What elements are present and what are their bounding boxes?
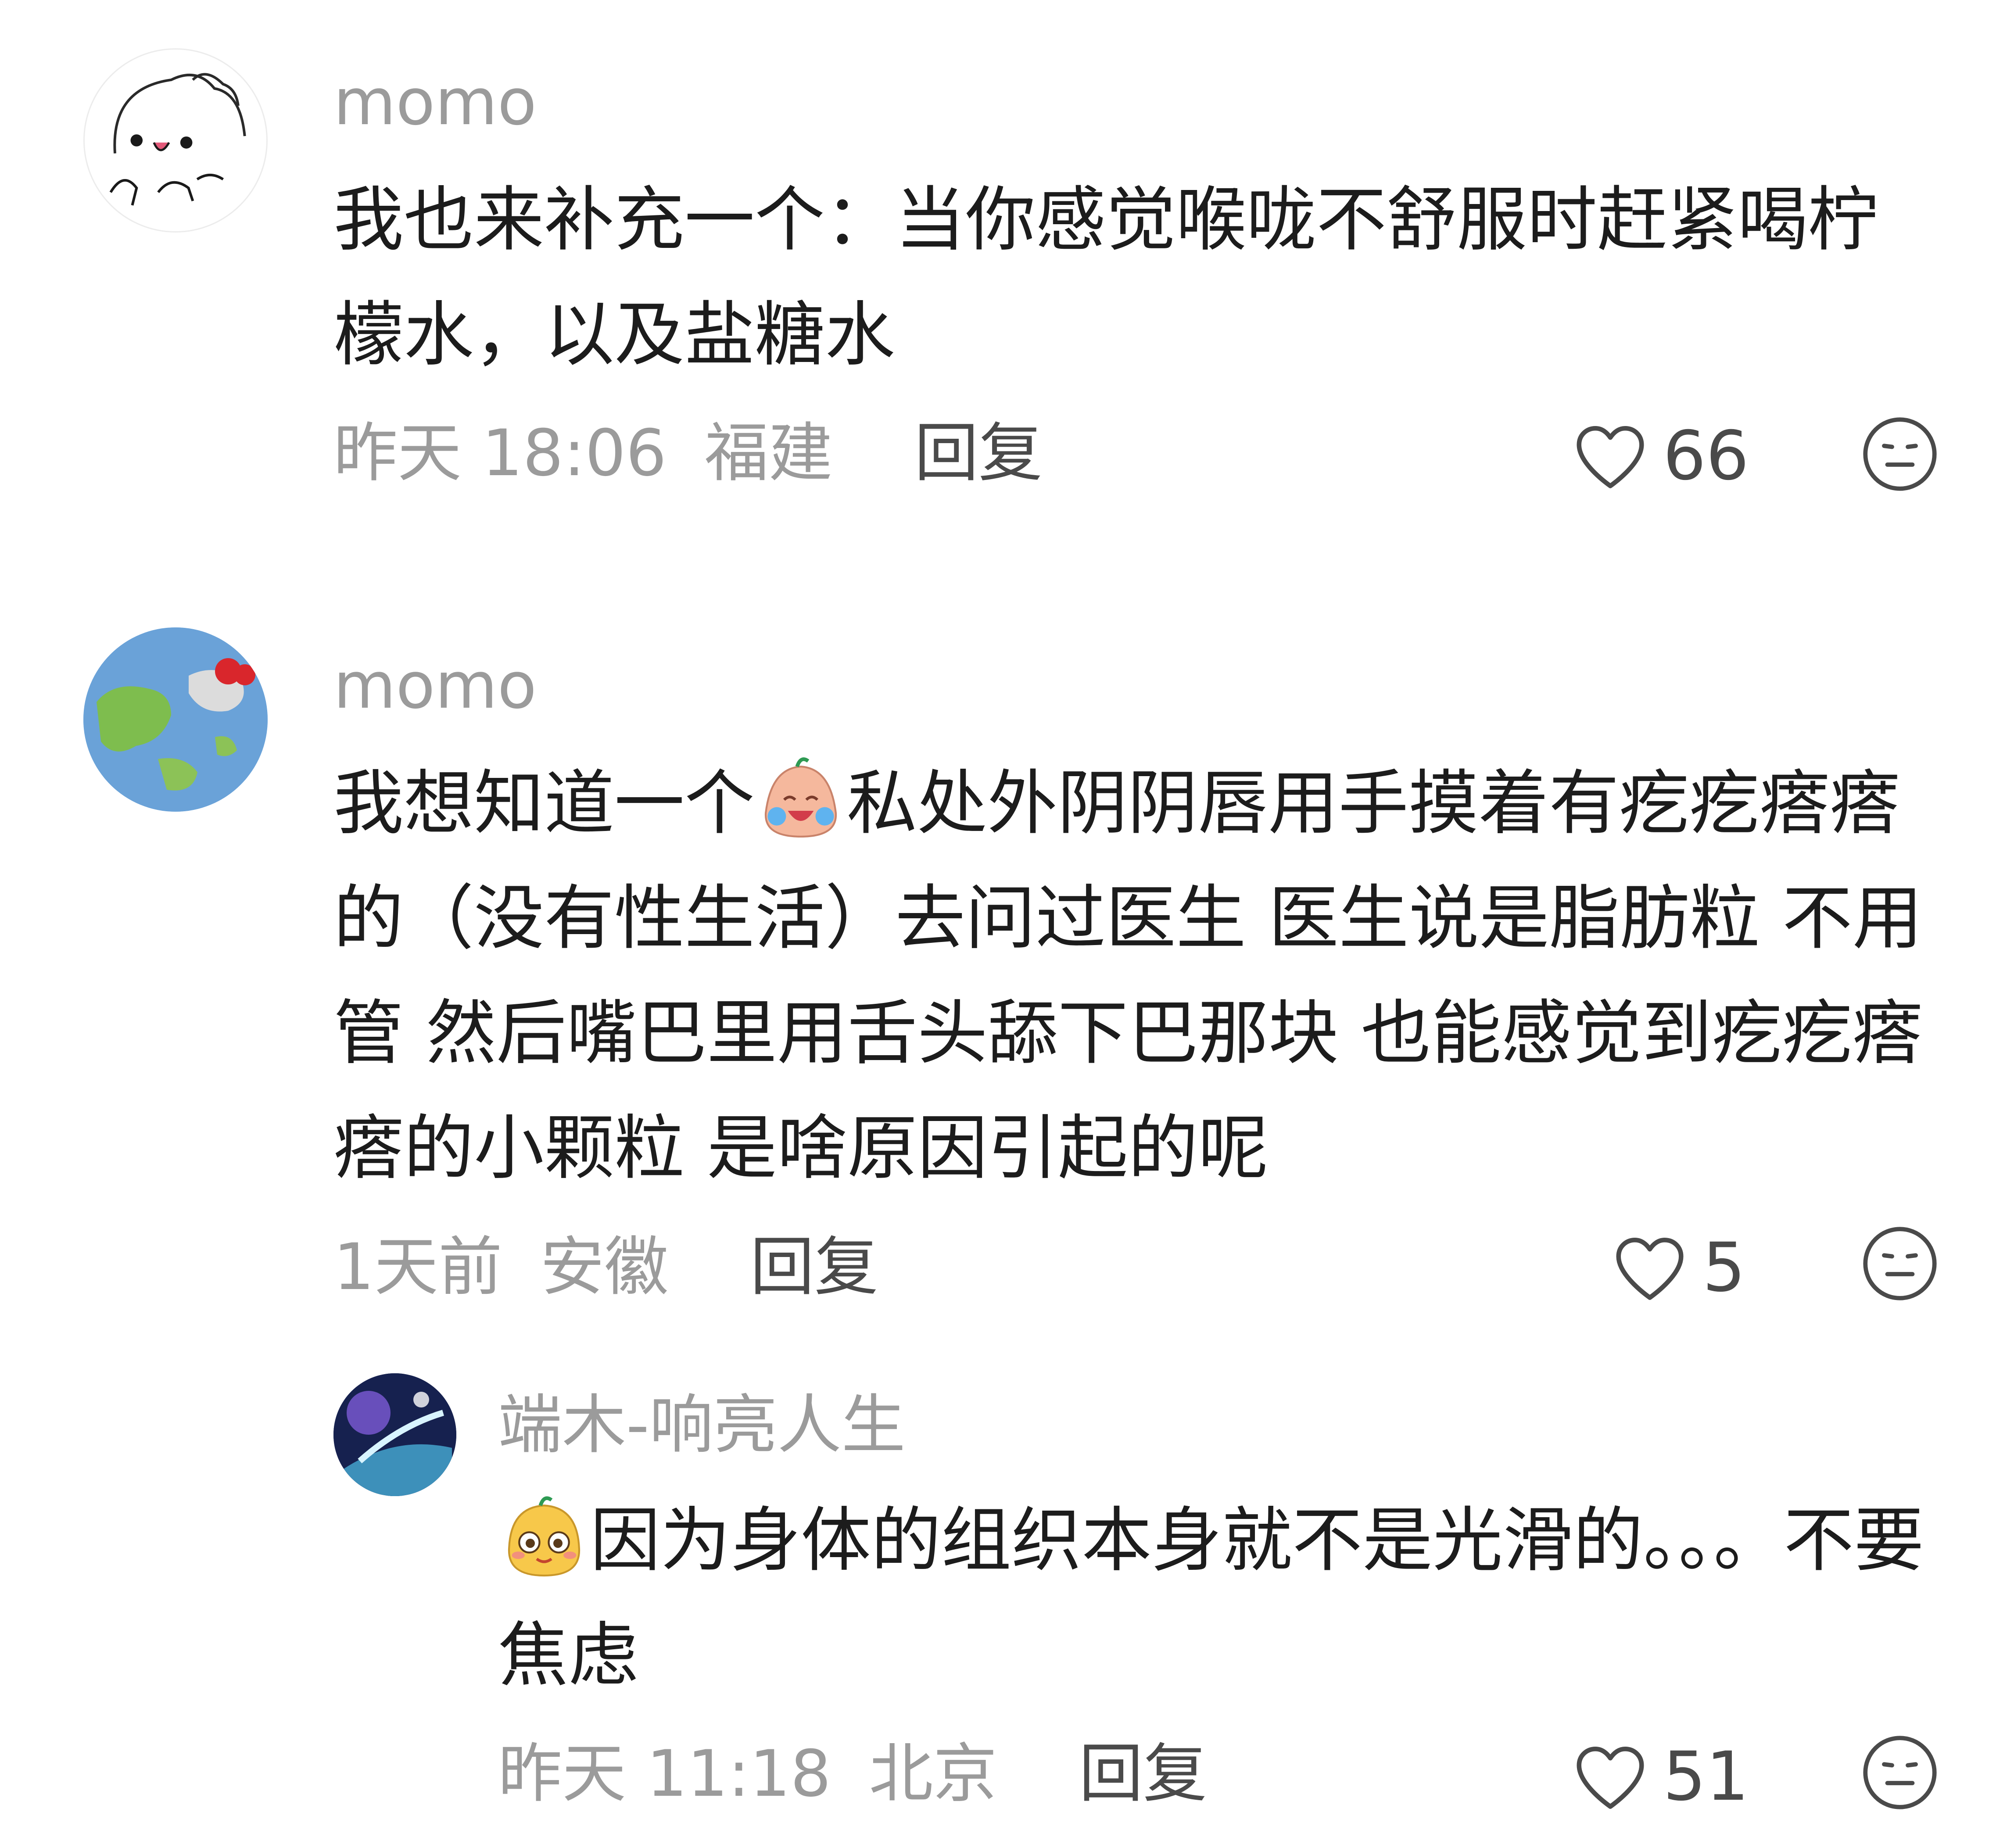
meh-face-icon [1863,417,1937,491]
comment-text: 我也来补充一个：当你感觉喉咙不舒服时赶紧喝柠檬水，以及盐糖水 [333,179,1878,376]
text-part: 我想知道一个 [333,762,755,844]
comment-meta: 昨天 18:06 福建 回复 [333,421,1043,485]
heart-icon [1571,417,1650,496]
crying-laughing-face-emoji-icon [755,756,847,848]
reply-text: 因为身体的组织本身就不是光滑的。。。不要焦虑 [498,1483,1942,1713]
username[interactable]: momo [333,70,537,134]
reply-meta: 昨天 11:18 北京 回复 [498,1742,1207,1806]
like-button[interactable]: 5 [1610,1228,1745,1307]
shy-face-emoji-icon [498,1493,590,1585]
username[interactable]: momo [333,654,537,718]
location: 福建 [704,416,833,491]
timestamp: 昨天 18:06 [333,416,667,491]
heart-icon [1610,1228,1689,1307]
username[interactable]: 端木-响亮人生 [498,1393,906,1457]
dislike-button[interactable] [1860,1224,1939,1303]
dislike-button[interactable] [1860,1733,1939,1812]
meh-face-icon [1863,1736,1937,1809]
like-count: 66 [1663,417,1749,495]
heart-icon [1571,1737,1650,1816]
avatar[interactable] [83,627,268,812]
like-button[interactable]: 66 [1571,417,1749,496]
avatar[interactable] [83,48,268,233]
timestamp: 昨天 11:18 [498,1737,831,1811]
meh-face-icon [1863,1227,1937,1300]
avatar[interactable] [333,1373,456,1496]
location: 安徽 [540,1230,669,1304]
dislike-button[interactable] [1860,415,1939,494]
globe-hello-kitty-avatar-icon [83,627,268,812]
comment-meta: 1天前 安徽 回复 [333,1235,878,1299]
like-button[interactable]: 51 [1571,1737,1749,1816]
text-part: 因为身体的组织本身就不是光滑的。。。不要焦虑 [498,1499,1924,1696]
reply-button[interactable]: 回复 [914,416,1043,491]
reply-button[interactable]: 回复 [750,1230,878,1304]
comment-text: 我想知道一个 私处外阴阴唇用手摸着有疙疙瘩瘩的（没有性生活）去问过医生 医生说是脂… [333,746,1957,1206]
like-count: 5 [1702,1228,1745,1307]
timestamp: 1天前 [333,1230,502,1304]
comment-2: momo 我想知道一个 私处外阴阴唇用手摸着有疙疙瘩瘩的（没有性生活）去问过医生 … [0,570,2014,1316]
reply-comment: 端木-响亮人生 因为身体的组织本身就不是光滑的。。。不要焦虑 昨天 11:18 … [0,1351,2014,1848]
galaxy-avatar-icon [333,1373,456,1496]
location: 北京 [869,1737,997,1811]
cartoon-bun-avatar-icon [109,73,246,206]
comment-1: momo 我也来补充一个：当你感觉喉咙不舒服时赶紧喝柠檬水，以及盐糖水 昨天 1… [0,0,2014,526]
reply-button[interactable]: 回复 [1079,1737,1207,1811]
like-count: 51 [1663,1737,1749,1816]
